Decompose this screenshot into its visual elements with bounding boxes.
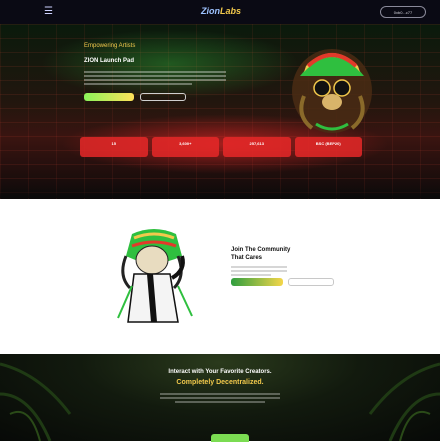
creators-desc-line <box>160 393 280 395</box>
stat-card: 3,600+ <box>151 137 219 157</box>
creators-desc-line <box>160 397 280 399</box>
community-title-line2: That Cares <box>231 255 263 261</box>
community-title-line1: Join The Community <box>231 247 291 253</box>
hero-eyebrow: Empowering Artists <box>84 43 136 49</box>
hero-desc-line <box>84 71 226 73</box>
lion-rasta-illustration <box>292 49 372 133</box>
creators-desc-line <box>175 401 265 403</box>
hero-primary-button[interactable] <box>84 93 134 101</box>
hamburger-icon[interactable]: ☰ <box>44 7 56 17</box>
community-desc-line <box>231 266 287 268</box>
lion-suit-illustration <box>117 229 193 323</box>
community-desc-line <box>231 274 271 276</box>
community-title: Join The Community That Cares <box>231 246 351 262</box>
creators-subtitle: Completely Decentralized. <box>176 379 264 386</box>
stat-value: 3,600+ <box>179 141 192 146</box>
logo-text-labs: Labs <box>219 6 241 16</box>
hero-green-glow <box>40 29 300 99</box>
stat-value: BSC (BEP20) <box>315 141 341 146</box>
community-primary-button[interactable] <box>231 278 283 286</box>
stat-value: 15 <box>111 141 116 146</box>
community-desc-line <box>231 270 287 272</box>
hero-desc-line <box>84 83 192 85</box>
stat-value: 257,613 <box>249 141 264 146</box>
hero-title: ZION Launch Pad <box>84 58 135 64</box>
hero-secondary-button[interactable] <box>140 93 186 101</box>
hero-desc-line <box>84 79 226 81</box>
creators-title: Interact with Your Favorite Creators. <box>168 369 272 375</box>
logo[interactable]: ZionLabs <box>196 6 246 18</box>
logo-text-zion: Zion <box>200 6 220 16</box>
wallet-connect-button[interactable]: 0xb0...c77 <box>380 6 426 18</box>
stat-card: BSC (BEP20) <box>294 137 362 157</box>
hero-desc-line <box>84 75 226 77</box>
community-secondary-button[interactable] <box>288 278 334 286</box>
stat-card: 257,613 <box>223 137 291 157</box>
stats-row: 15 3,600+ 257,613 BSC (BEP20) <box>80 137 362 157</box>
stat-card: 15 <box>80 137 148 157</box>
hero-fade <box>0 188 440 198</box>
